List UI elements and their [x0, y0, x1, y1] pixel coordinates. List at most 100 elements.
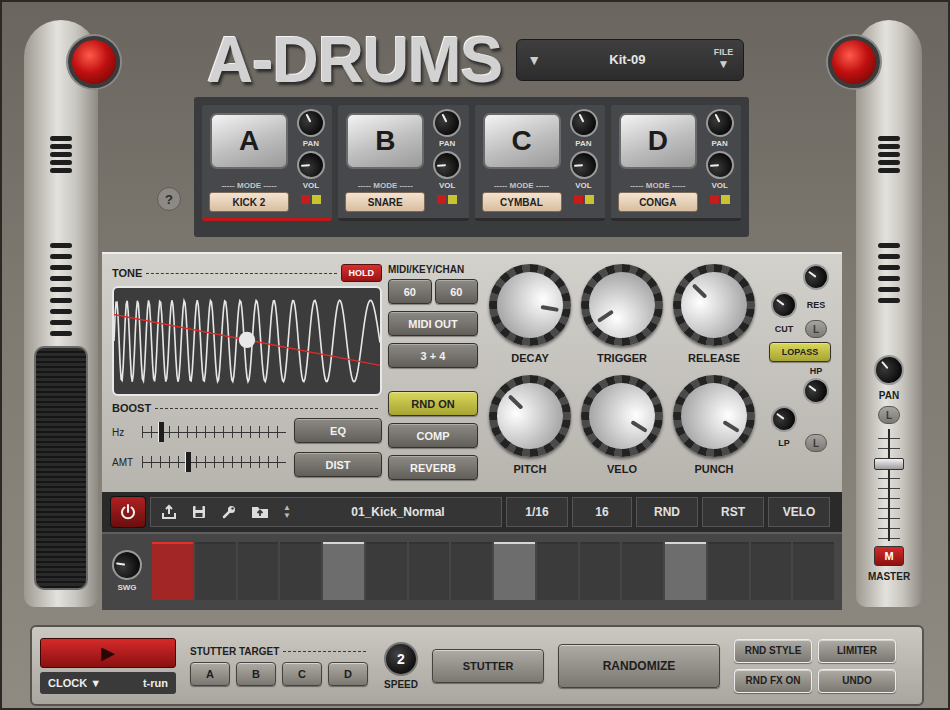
- master-link-button[interactable]: L: [878, 406, 900, 424]
- pad-button[interactable]: B: [346, 113, 424, 169]
- volume-knob[interactable]: [568, 150, 598, 180]
- sweep-handle[interactable]: [239, 332, 255, 348]
- step[interactable]: [323, 542, 364, 600]
- midi-button[interactable]: MIDI OUT: [388, 311, 478, 336]
- step[interactable]: [494, 542, 535, 600]
- resonance-knob[interactable]: [798, 259, 834, 295]
- slider-thumb[interactable]: [158, 422, 164, 442]
- step[interactable]: [409, 542, 450, 600]
- sequencer-button[interactable]: RST: [702, 497, 764, 527]
- step[interactable]: [708, 542, 749, 600]
- red-button[interactable]: [68, 36, 120, 88]
- stutter-target-button[interactable]: A: [190, 662, 230, 686]
- option-button[interactable]: RND FX ON: [734, 669, 812, 693]
- slider-track[interactable]: [142, 452, 286, 472]
- sequencer-button[interactable]: VELO: [768, 497, 830, 527]
- mute-toggle[interactable]: [437, 195, 446, 204]
- slider-track[interactable]: [142, 422, 286, 442]
- step[interactable]: [280, 542, 321, 600]
- mute-toggle[interactable]: [301, 195, 310, 204]
- pattern-down-button[interactable]: ▼: [283, 512, 291, 520]
- slider-thumb[interactable]: [185, 452, 191, 472]
- sequencer-button[interactable]: RND: [636, 497, 698, 527]
- step[interactable]: [238, 542, 279, 600]
- swing-knob[interactable]: [110, 548, 144, 582]
- pad-button[interactable]: C: [483, 113, 561, 169]
- kit-dropdown-arrow[interactable]: ▼: [527, 52, 541, 68]
- filter-mode-button[interactable]: LOPASS: [769, 342, 831, 362]
- solo-toggle[interactable]: [721, 195, 730, 204]
- lowpass-knob[interactable]: [766, 401, 802, 437]
- play-button[interactable]: ▶: [40, 638, 176, 668]
- kit-selector[interactable]: ▼Kit-09FILE▼: [516, 39, 744, 81]
- fx-button[interactable]: COMP: [388, 423, 478, 448]
- stutter-target-button[interactable]: C: [282, 662, 322, 686]
- effect-button[interactable]: DIST: [294, 452, 382, 477]
- randomize-button[interactable]: RANDOMIZE: [558, 644, 720, 688]
- knob[interactable]: [489, 375, 571, 457]
- clock-selector[interactable]: CLOCK ▼t-run: [40, 672, 176, 694]
- step[interactable]: [751, 542, 792, 600]
- length-field[interactable]: 16: [572, 497, 632, 527]
- midi-value[interactable]: 60: [388, 279, 432, 304]
- solo-toggle[interactable]: [448, 195, 457, 204]
- volume-knob[interactable]: [705, 150, 735, 180]
- midi-value[interactable]: 60: [435, 279, 479, 304]
- volume-knob[interactable]: [296, 150, 326, 180]
- pad-button[interactable]: A: [210, 113, 288, 169]
- option-button[interactable]: UNDO: [818, 669, 896, 693]
- step[interactable]: [622, 542, 663, 600]
- master-mute-button[interactable]: M: [874, 546, 904, 566]
- step[interactable]: [152, 542, 193, 600]
- step[interactable]: [665, 542, 706, 600]
- hold-button[interactable]: HOLD: [341, 264, 383, 282]
- pad-button[interactable]: D: [619, 113, 697, 169]
- pan-knob[interactable]: [292, 104, 330, 142]
- waveform-display[interactable]: [112, 286, 382, 396]
- solo-toggle[interactable]: [312, 195, 321, 204]
- step[interactable]: [195, 542, 236, 600]
- stutter-button[interactable]: STUTTER: [432, 649, 544, 683]
- step[interactable]: [793, 542, 834, 600]
- power-button[interactable]: [110, 496, 146, 528]
- stutter-target-button[interactable]: B: [236, 662, 276, 686]
- option-button[interactable]: RND STYLE: [734, 639, 812, 663]
- mode-button[interactable]: SNARE: [345, 192, 425, 212]
- knob[interactable]: [673, 375, 755, 457]
- red-button[interactable]: [828, 36, 880, 88]
- fader-cap[interactable]: [874, 458, 904, 470]
- effect-button[interactable]: EQ: [294, 418, 382, 443]
- knob[interactable]: [489, 264, 571, 346]
- mode-button[interactable]: CONGA: [618, 192, 698, 212]
- mode-button[interactable]: CYMBAL: [482, 192, 562, 212]
- knob[interactable]: [581, 375, 663, 457]
- master-fader[interactable]: [874, 429, 904, 541]
- cutoff-knob[interactable]: [766, 287, 802, 323]
- save-icon[interactable]: [191, 504, 207, 520]
- highpass-knob[interactable]: [798, 373, 834, 409]
- pattern-up-button[interactable]: ▲: [283, 504, 291, 512]
- export-icon[interactable]: [161, 504, 177, 520]
- step[interactable]: [580, 542, 621, 600]
- link-button[interactable]: L: [805, 434, 827, 452]
- mode-button[interactable]: KICK 2: [209, 192, 289, 212]
- knob[interactable]: [673, 264, 755, 346]
- master-pan-knob[interactable]: [868, 349, 910, 391]
- pan-knob[interactable]: [428, 104, 466, 142]
- file-menu[interactable]: FILE▼: [714, 48, 734, 71]
- help-button[interactable]: ?: [157, 187, 181, 211]
- resolution-field[interactable]: 1/16: [506, 497, 568, 527]
- stutter-target-button[interactable]: D: [328, 662, 368, 686]
- pan-knob[interactable]: [701, 104, 739, 142]
- option-button[interactable]: LIMITER: [818, 639, 896, 663]
- link-button[interactable]: L: [805, 320, 827, 338]
- speed-knob[interactable]: 2: [384, 642, 418, 676]
- step[interactable]: [366, 542, 407, 600]
- step[interactable]: [451, 542, 492, 600]
- wrench-icon[interactable]: [221, 504, 237, 520]
- pan-knob[interactable]: [565, 104, 603, 142]
- mute-toggle[interactable]: [574, 195, 583, 204]
- midi-button[interactable]: 3 + 4: [388, 343, 478, 368]
- volume-knob[interactable]: [432, 150, 462, 180]
- mute-toggle[interactable]: [710, 195, 719, 204]
